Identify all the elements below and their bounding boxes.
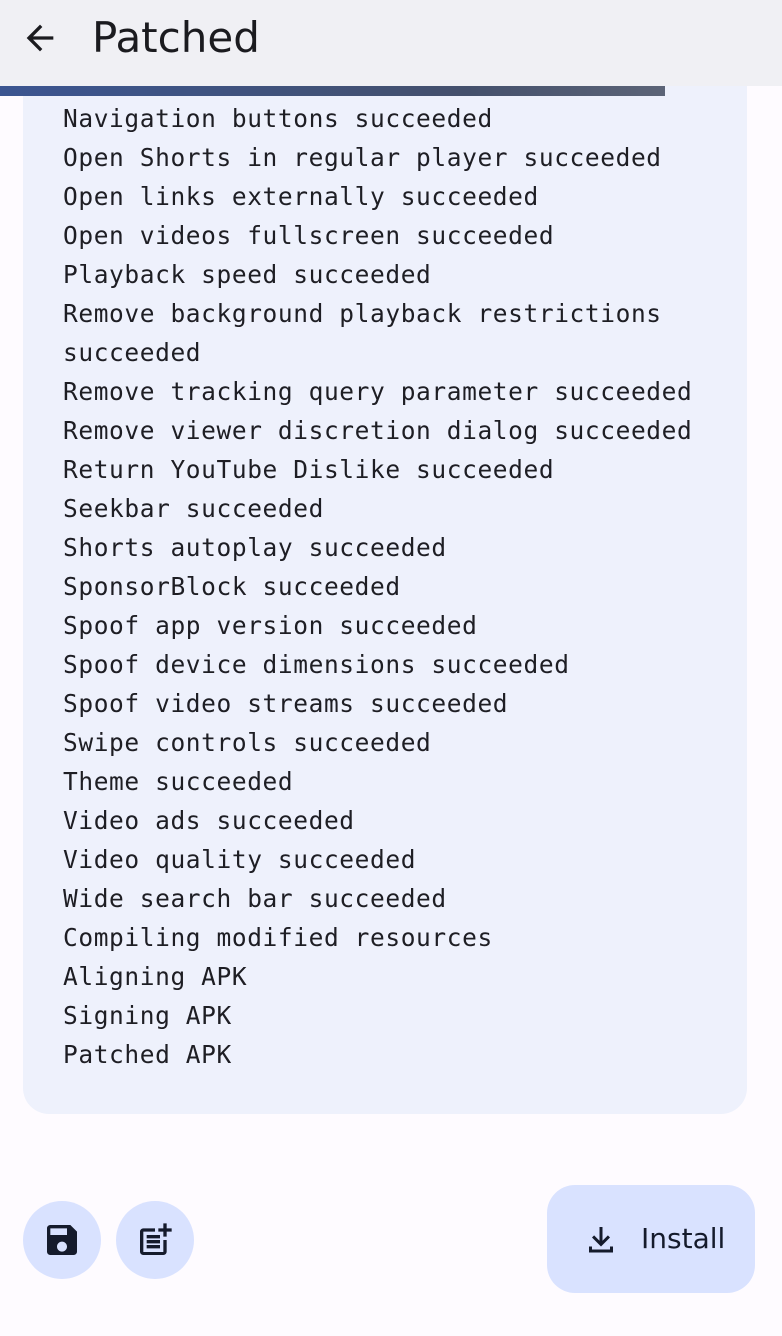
log-line: Video quality succeeded: [63, 845, 417, 874]
log-line: Remove tracking query parameter succeede…: [63, 377, 693, 406]
log-line: Spoof app version succeeded: [63, 611, 478, 640]
log-line: Aligning APK: [63, 962, 248, 991]
log-line: Shorts autoplay succeeded: [63, 533, 447, 562]
log-line: Video ads succeeded: [63, 806, 355, 835]
save-log-button[interactable]: [23, 1201, 101, 1279]
export-log-button[interactable]: [116, 1201, 194, 1279]
patch-log-list: Navigation buttons succeeded Open Shorts …: [63, 99, 723, 1074]
progress-fill: [0, 86, 666, 96]
page-title: Patched: [92, 13, 260, 62]
log-line: Wide search bar succeeded: [63, 884, 447, 913]
log-line: Signing APK: [63, 1001, 232, 1030]
log-line: Open links externally succeeded: [63, 182, 539, 211]
download-icon: [589, 1227, 613, 1253]
log-line: Open videos fullscreen succeeded: [63, 221, 555, 250]
post-add-icon: [140, 1223, 172, 1255]
log-line: Theme succeeded: [63, 767, 294, 796]
log-line: Spoof device dimensions succeeded: [63, 650, 570, 679]
log-line: Navigation buttons succeeded: [63, 104, 493, 133]
back-button[interactable]: [14, 12, 66, 64]
patch-log-card: Navigation buttons succeeded Open Shorts …: [23, 60, 747, 1114]
top-app-bar: Patched: [0, 0, 782, 86]
log-line: Swipe controls succeeded: [63, 728, 432, 757]
log-line: Remove viewer discretion dialog succeede…: [63, 416, 693, 445]
arrow-back-icon: [26, 24, 54, 52]
install-label: Install: [641, 1222, 726, 1255]
log-line: Return YouTube Dislike succeeded: [63, 455, 555, 484]
log-line: SponsorBlock succeeded: [63, 572, 401, 601]
log-line: Seekbar succeeded: [63, 494, 324, 523]
log-line: Compiling modified resources: [63, 923, 493, 952]
save-icon: [47, 1225, 77, 1255]
log-line: Patched APK: [63, 1040, 232, 1069]
log-line: Spoof video streams succeeded: [63, 689, 509, 718]
log-line: Remove background playback restrictions …: [63, 299, 678, 367]
patch-progress-bar: [0, 86, 782, 96]
log-line: Playback speed succeeded: [63, 260, 432, 289]
install-button[interactable]: Install: [547, 1185, 755, 1293]
log-line: Open Shorts in regular player succeeded: [63, 143, 662, 172]
